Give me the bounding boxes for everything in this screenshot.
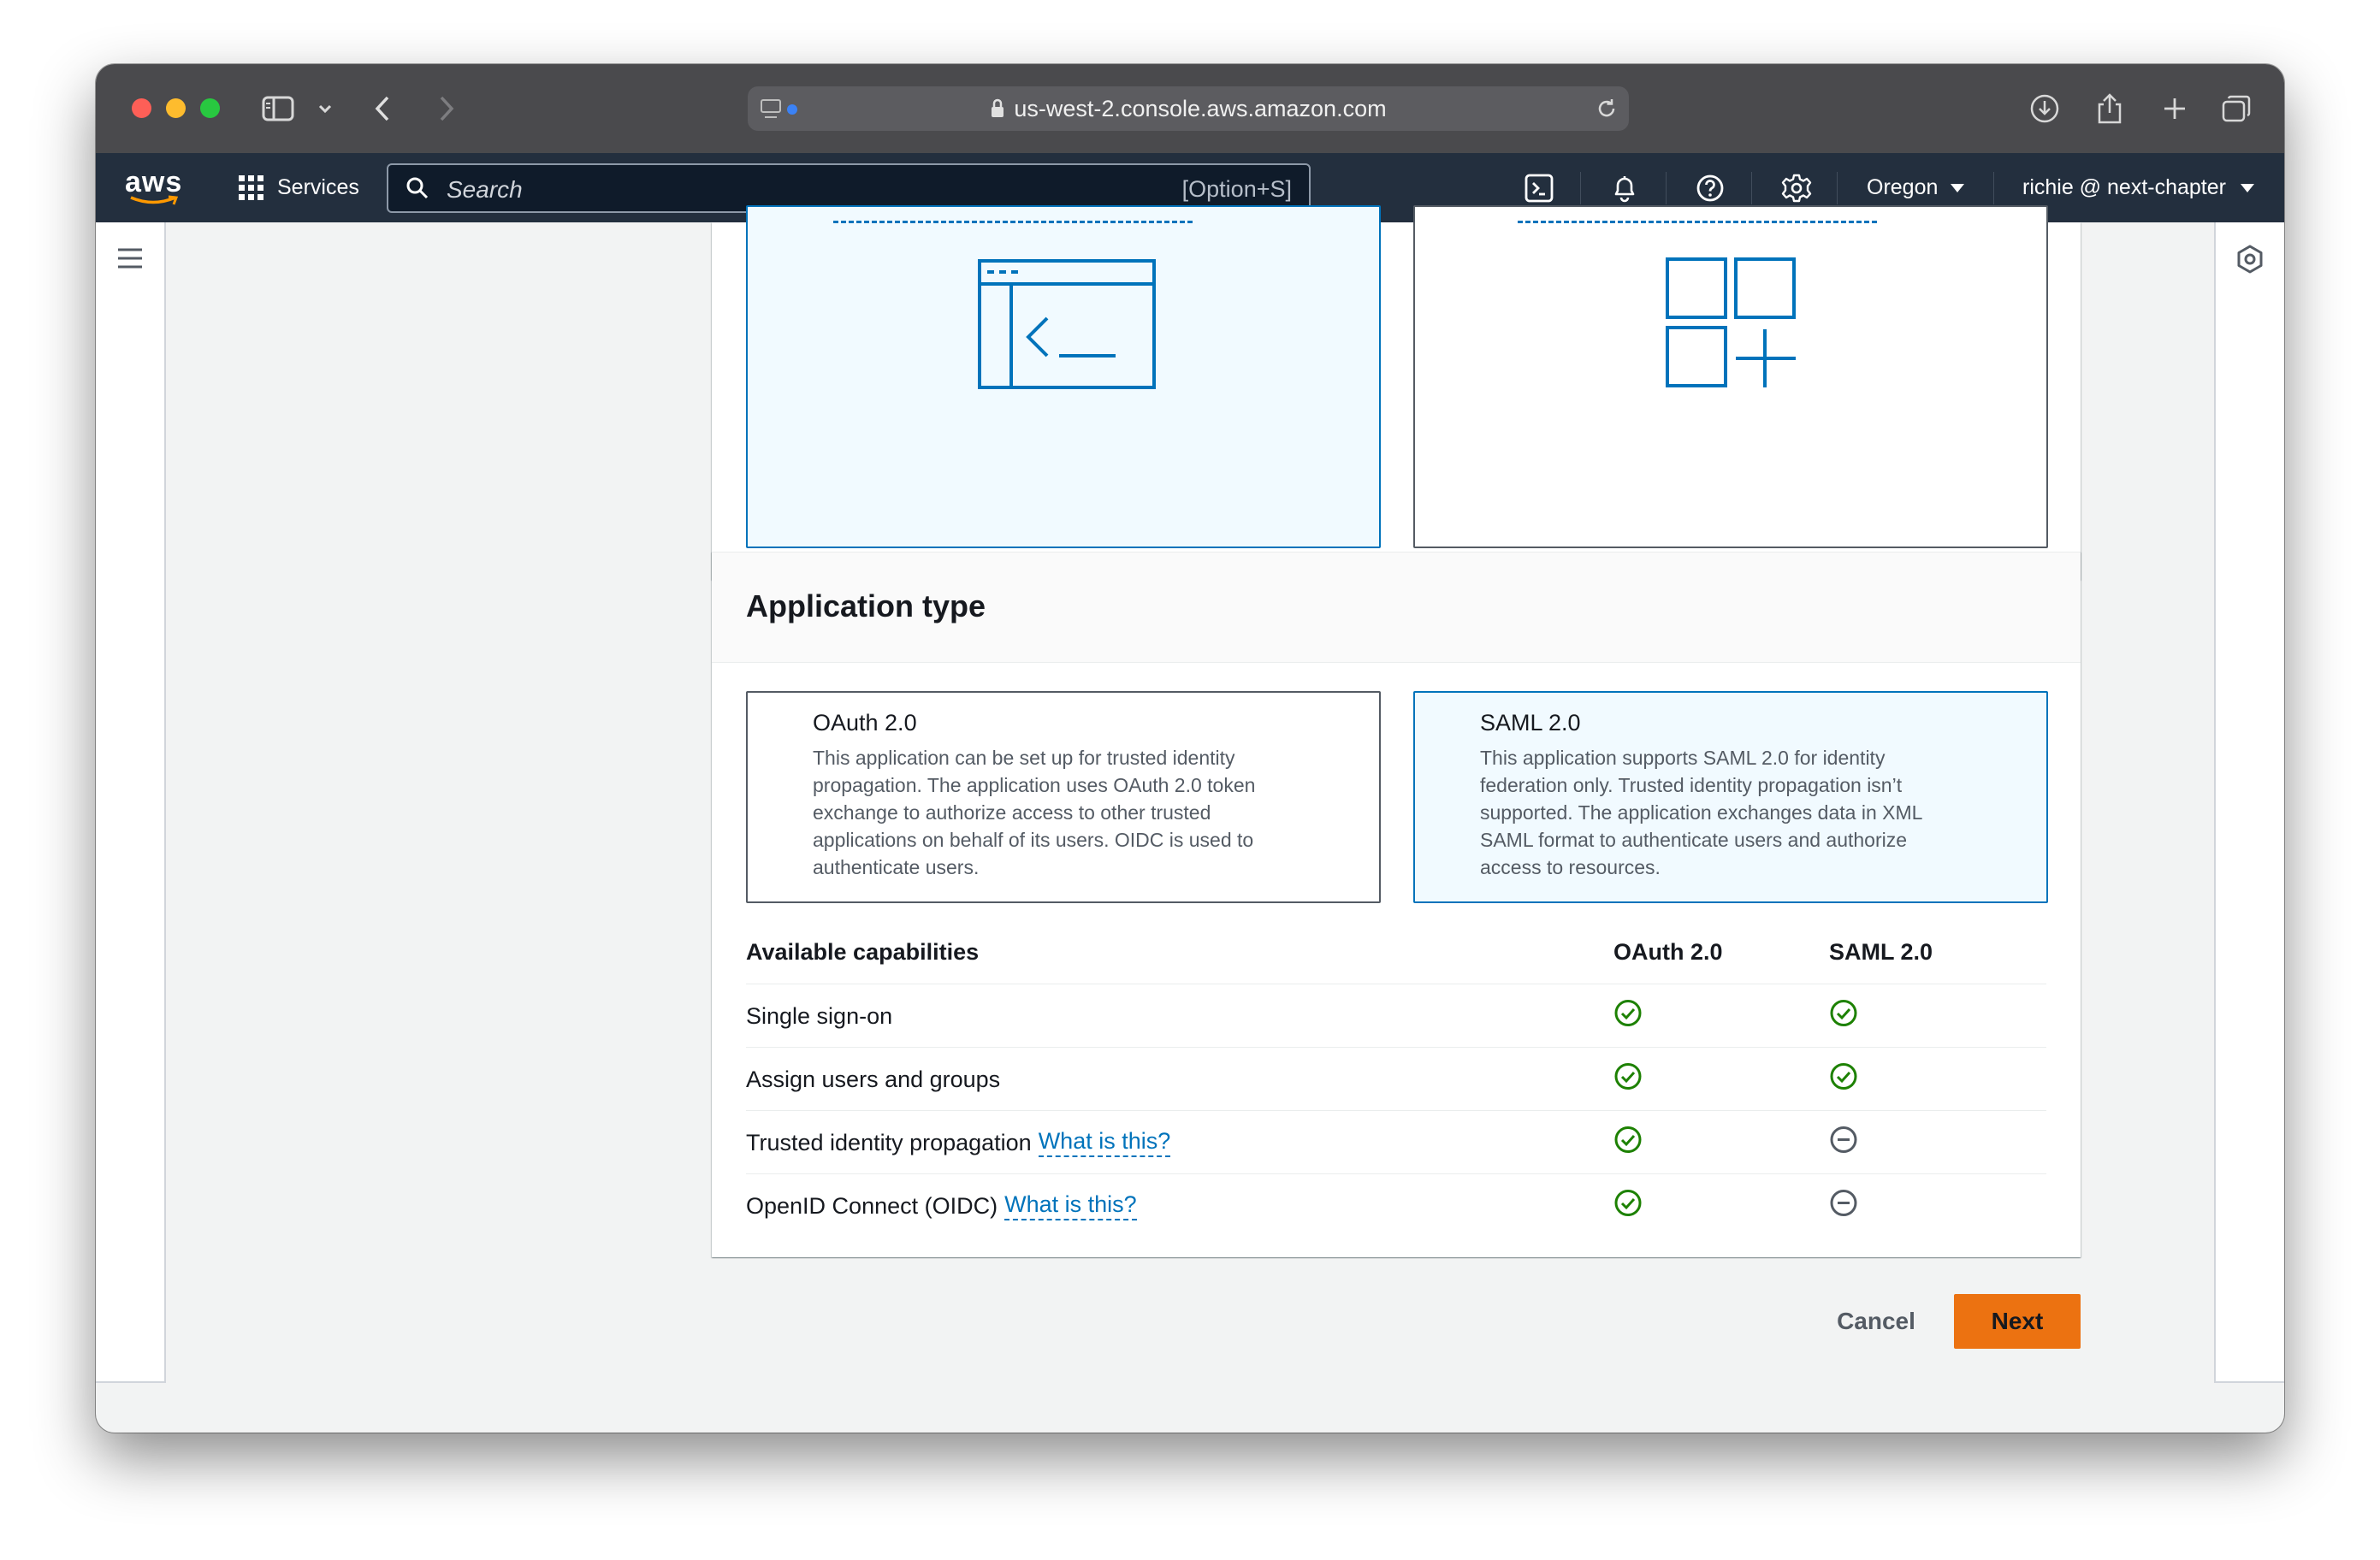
add-application-grid-icon xyxy=(1665,257,1798,394)
minimize-window-button[interactable] xyxy=(166,98,186,118)
oauth-option-title: OAuth 2.0 xyxy=(813,710,917,736)
check-circle-icon xyxy=(1613,1189,1643,1224)
capability-label: Assign users and groups xyxy=(746,1066,1001,1092)
tools-panel-icon[interactable] xyxy=(2236,245,2264,278)
check-circle-icon xyxy=(1829,999,1858,1034)
capability-row: Single sign-on xyxy=(746,984,2046,1048)
url-text: us-west-2.console.aws.amazon.com xyxy=(1014,95,1387,121)
browser-toolbar: us-west-2.console.aws.amazon.com xyxy=(96,64,2284,154)
saml-radio[interactable] xyxy=(1437,712,1458,732)
capability-row: Trusted identity propagation What is thi… xyxy=(746,1110,2046,1174)
capabilities-table-header: Available capabilities OAuth 2.0 SAML 2.… xyxy=(746,920,2046,984)
what-is-this-link[interactable]: What is this? xyxy=(1038,1128,1171,1157)
page-settings-icon[interactable] xyxy=(760,98,799,127)
saml-option-tile[interactable]: SAML 2.0 This application supports SAML … xyxy=(1413,691,2048,903)
caret-down-icon xyxy=(1950,183,1965,193)
search-icon xyxy=(406,176,429,204)
services-menu-button[interactable]: Services xyxy=(238,153,359,222)
sidebar-toggle-icon[interactable] xyxy=(260,90,296,127)
check-circle-icon xyxy=(1829,1062,1858,1097)
nav-divider xyxy=(1993,172,1994,204)
oauth-option-description: This application can be set up for trust… xyxy=(813,747,1256,878)
check-circle-icon xyxy=(1613,999,1643,1034)
saml-column-header: SAML 2.0 xyxy=(1829,938,1933,965)
capability-row: OpenID Connect (OIDC) What is this? xyxy=(746,1173,2046,1238)
left-navigation-rail xyxy=(96,222,166,1383)
hamburger-menu-icon[interactable] xyxy=(116,246,144,275)
panel-title: Application type xyxy=(746,588,986,623)
new-tab-icon[interactable] xyxy=(2158,90,2192,127)
download-icon[interactable] xyxy=(2028,90,2062,127)
lock-icon xyxy=(990,98,1005,119)
nav-divider xyxy=(1580,172,1581,204)
minus-circle-icon xyxy=(1829,1126,1858,1161)
capability-label: Single sign-on xyxy=(746,1002,893,1029)
saml-option-description: This application supports SAML 2.0 for i… xyxy=(1480,747,1922,878)
nav-divider xyxy=(1666,172,1667,204)
chevron-down-icon[interactable] xyxy=(315,90,335,127)
capability-label: Trusted identity propagation xyxy=(746,1129,1032,1155)
setup-option-tile-catalog[interactable] xyxy=(1413,205,2048,548)
saml-option-title: SAML 2.0 xyxy=(1480,710,1581,736)
grid-icon xyxy=(238,174,265,202)
share-icon[interactable] xyxy=(2093,90,2127,127)
check-circle-icon xyxy=(1613,1062,1643,1097)
capability-label: OpenID Connect (OIDC) xyxy=(746,1192,998,1219)
minus-circle-icon xyxy=(1829,1189,1858,1224)
search-placeholder: Search xyxy=(447,176,523,203)
right-tools-rail xyxy=(2214,222,2284,1383)
reload-icon[interactable] xyxy=(1595,97,1619,127)
nav-divider xyxy=(1837,172,1838,204)
next-button[interactable]: Next xyxy=(1954,1294,2081,1349)
forward-arrow-icon[interactable] xyxy=(434,90,459,127)
partial-link-text xyxy=(1518,216,1877,223)
close-window-button[interactable] xyxy=(132,98,151,118)
account-menu[interactable]: richie @ next-chapter xyxy=(2022,153,2255,222)
cancel-button[interactable]: Cancel xyxy=(1807,1294,1945,1349)
aws-logo[interactable]: aws xyxy=(125,153,182,222)
search-shortcut: [Option+S] xyxy=(1181,176,1292,202)
caret-down-icon xyxy=(2240,183,2255,193)
setup-option-tile-custom[interactable] xyxy=(746,205,1381,548)
what-is-this-link[interactable]: What is this? xyxy=(1004,1191,1137,1220)
partial-link-text xyxy=(833,216,1193,223)
application-window-icon xyxy=(977,258,1157,394)
nav-divider xyxy=(1751,172,1752,204)
application-setup-panel xyxy=(712,205,2081,580)
browser-window: us-west-2.console.aws.amazon.com aws Ser… xyxy=(96,64,2284,1433)
application-type-panel: Application type OAuth 2.0 This applicat… xyxy=(712,552,2081,1257)
capabilities-table: Available capabilities OAuth 2.0 SAML 2.… xyxy=(712,920,2081,1237)
back-arrow-icon[interactable] xyxy=(370,90,395,127)
capabilities-header-label: Available capabilities xyxy=(746,938,980,965)
capability-row: Assign users and groups xyxy=(746,1047,2046,1111)
oauth-radio[interactable] xyxy=(770,712,790,732)
zoom-window-button[interactable] xyxy=(200,98,220,118)
oauth-option-tile[interactable]: OAuth 2.0 This application can be set up… xyxy=(746,691,1381,903)
tab-overview-icon[interactable] xyxy=(2219,90,2253,127)
oauth-column-header: OAuth 2.0 xyxy=(1613,938,1723,965)
panel-header: Application type xyxy=(712,552,2081,663)
address-bar[interactable]: us-west-2.console.aws.amazon.com xyxy=(748,86,1629,131)
check-circle-icon xyxy=(1613,1126,1643,1161)
